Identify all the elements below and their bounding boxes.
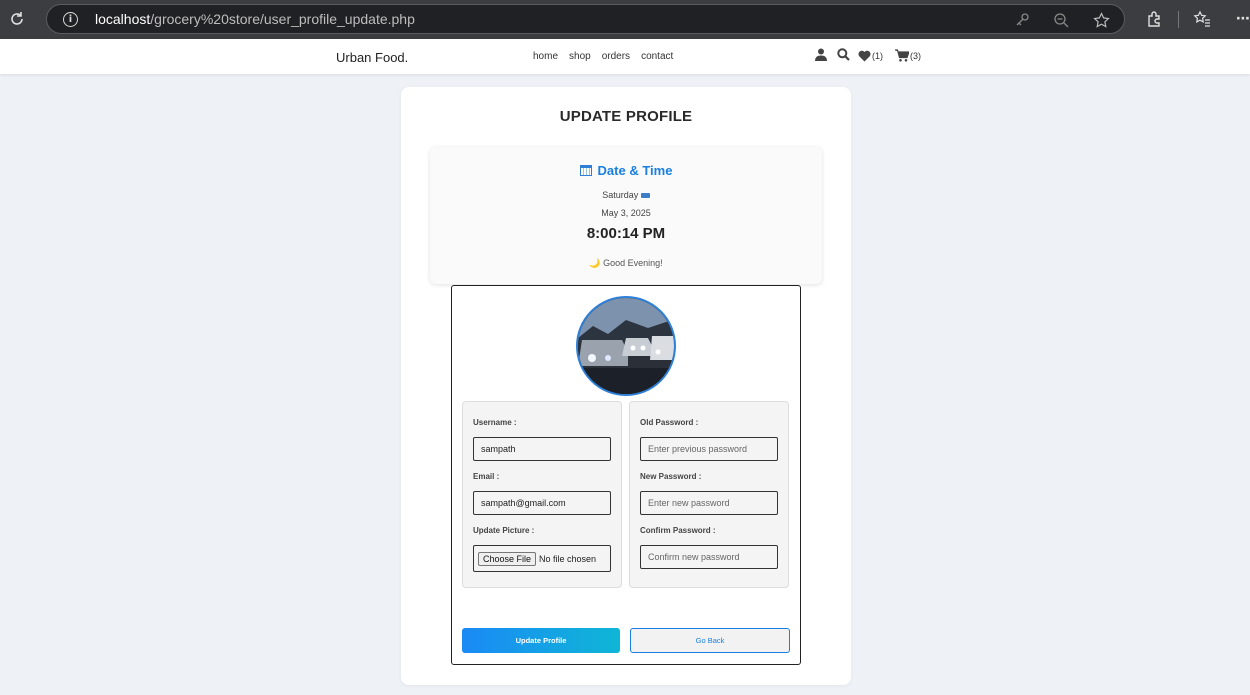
username-input[interactable]: sampath (473, 437, 611, 461)
datetime-heading: Date & Time (430, 163, 822, 178)
picture-file-input[interactable]: Choose File No file chosen (473, 545, 611, 572)
menu-icon[interactable]: ⋯ (1232, 8, 1250, 30)
page-title: UPDATE PROFILE (559, 108, 693, 125)
password-column: Old Password : Enter previous password N… (629, 401, 789, 588)
datetime-date: May 3, 2025 (601, 208, 651, 218)
user-icon[interactable] (815, 48, 827, 63)
go-back-button[interactable]: Go Back (630, 628, 790, 653)
new-password-label: New Password : (640, 472, 702, 481)
toolbar-divider (1178, 11, 1179, 28)
main-nav: home shop orders contact (533, 51, 684, 62)
profile-card: UPDATE PROFILE Date & Time Saturday May … (401, 87, 851, 685)
cart-count: (3) (910, 50, 921, 61)
datetime-day: Saturday (430, 190, 822, 200)
cart-link[interactable]: (3) (895, 49, 921, 62)
datetime-time: 8:00:14 PM (586, 225, 666, 242)
wishlist-count: (1) (872, 50, 883, 61)
star-icon[interactable] (1092, 11, 1110, 29)
datetime-widget: Date & Time Saturday May 3, 2025 8:00:14… (430, 147, 822, 284)
choose-file-button[interactable]: Choose File (478, 551, 537, 566)
profile-photo (578, 298, 674, 394)
key-icon[interactable] (1013, 11, 1031, 29)
account-column: Username : sampath Email : sampath@gmail… (462, 401, 622, 588)
site-header: Urban Food. home shop orders contact (1)… (0, 39, 1250, 74)
calendar-icon (579, 165, 592, 176)
update-form: Username : sampath Email : sampath@gmail… (451, 285, 801, 665)
search-icon[interactable] (837, 48, 850, 63)
moon-icon: 🌙 (589, 258, 601, 268)
nav-shop[interactable]: shop (569, 51, 591, 62)
url-text[interactable]: localhost/grocery%20store/user_profile_u… (95, 11, 415, 27)
nav-home[interactable]: home (533, 51, 558, 62)
heart-icon (858, 50, 871, 61)
extensions-icon[interactable] (1143, 8, 1165, 30)
update-profile-button[interactable]: Update Profile (462, 628, 620, 653)
header-icons: (1) (3) (815, 48, 921, 63)
nav-contact[interactable]: contact (641, 51, 673, 62)
confirm-password-input[interactable]: Confirm new password (640, 545, 778, 569)
address-bar[interactable]: i localhost/grocery%20store/user_profile… (46, 4, 1125, 34)
browser-toolbar: i localhost/grocery%20store/user_profile… (0, 0, 1250, 39)
confirm-password-label: Confirm Password : (640, 526, 716, 535)
cart-icon (895, 49, 909, 62)
bed-icon (640, 193, 650, 198)
old-password-input[interactable]: Enter previous password (640, 437, 778, 461)
file-status: No file chosen (539, 553, 597, 564)
nav-orders[interactable]: orders (602, 51, 630, 62)
reload-icon[interactable] (6, 8, 28, 30)
wishlist-link[interactable]: (1) (858, 50, 883, 62)
username-label: Username : (473, 418, 517, 427)
email-input[interactable]: sampath@gmail.com (473, 491, 611, 515)
old-password-label: Old Password : (640, 418, 699, 427)
new-password-input[interactable]: Enter new password (640, 491, 778, 515)
logo[interactable]: Urban Food. (336, 50, 408, 65)
favorites-icon[interactable] (1191, 8, 1213, 30)
picture-label: Update Picture : (473, 526, 535, 535)
greeting: 🌙 Good Evening! (589, 258, 663, 268)
site-info-icon[interactable]: i (63, 12, 78, 27)
zoom-out-icon[interactable] (1052, 11, 1070, 29)
email-label: Email : (473, 472, 500, 481)
avatar (576, 296, 676, 396)
